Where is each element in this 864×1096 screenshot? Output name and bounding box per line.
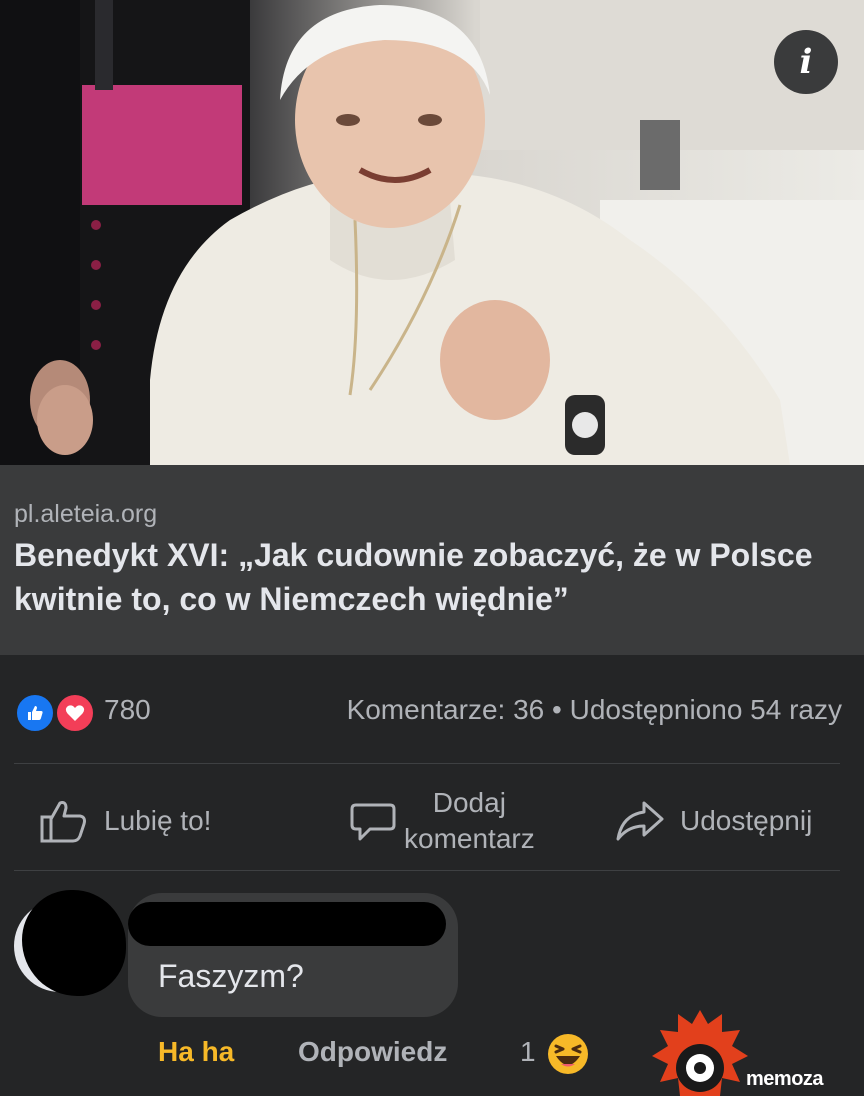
comment-label-line1: Dodaj xyxy=(432,787,506,818)
photo-illustration xyxy=(0,0,864,465)
reply-button[interactable]: Odpowiedz xyxy=(298,1036,447,1068)
comment-text: Faszyzm? xyxy=(158,958,304,994)
watermark-text: memoza xyxy=(746,1068,824,1090)
comment-reaction-count[interactable]: 1 xyxy=(520,1036,536,1068)
comment-bubble-icon xyxy=(350,803,396,841)
comments-shares-stats[interactable]: Komentarze: 36 • Udostępniono 54 razy xyxy=(347,694,842,726)
haha-emoji-icon xyxy=(548,1034,588,1074)
share-button[interactable]: Udostępnij xyxy=(614,799,812,843)
haha-reaction-button[interactable]: Ha ha xyxy=(158,1036,234,1068)
memoza-logo-icon xyxy=(652,1010,748,1096)
share-arrow-icon xyxy=(616,801,664,841)
link-headline[interactable]: Benedykt XVI: „Jak cudownie zobaczyć, że… xyxy=(14,533,844,621)
like-button[interactable]: Lubię to! xyxy=(38,797,211,845)
comment-label-line2: komentarz xyxy=(404,823,535,854)
link-domain: pl.aleteia.org xyxy=(14,500,158,528)
divider xyxy=(14,763,840,764)
redacted-name xyxy=(128,902,446,946)
reactions-summary[interactable]: 780 Komentarze: 36 • Udostępniono 54 raz… xyxy=(0,688,864,734)
info-icon[interactable]: i xyxy=(774,30,838,94)
divider xyxy=(14,870,840,871)
like-label: Lubię to! xyxy=(104,805,212,836)
like-icon xyxy=(14,692,56,734)
reaction-count: 780 xyxy=(104,694,151,725)
thumbs-up-icon xyxy=(40,801,86,843)
comment-button[interactable]: Dodaj komentarz xyxy=(350,785,535,857)
link-preview-image[interactable]: i xyxy=(0,0,864,465)
love-icon xyxy=(54,692,96,734)
share-label: Udostępnij xyxy=(680,805,813,836)
